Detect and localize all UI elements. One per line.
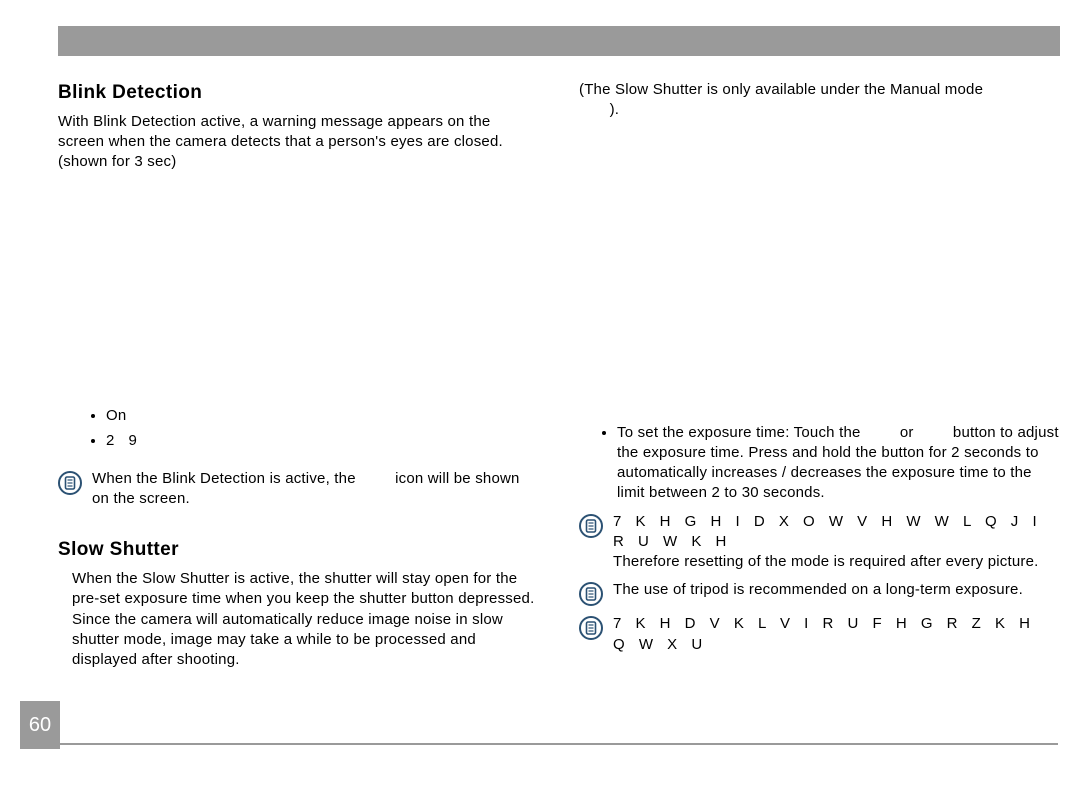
- blink-detection-title: Blink Detection: [58, 80, 539, 106]
- top-header-bar: [58, 26, 1060, 56]
- availability-line-a: (The Slow Shutter is only available unde…: [579, 81, 983, 98]
- instr-mid: or: [895, 424, 917, 441]
- note-row-default-setting: 7 K H G H I D X O W V H W W L Q J I R U …: [579, 512, 1060, 573]
- page-number-badge: 60: [20, 701, 60, 749]
- exposure-instruction-item: To set the exposure time: Touch the or b…: [617, 423, 1060, 504]
- note-icon: [58, 471, 82, 495]
- availability-line-b: ).: [610, 101, 620, 118]
- right-column: (The Slow Shutter is only available unde…: [579, 80, 1060, 745]
- bottom-divider: [60, 743, 1058, 745]
- slow-shutter-section: Slow Shutter When the Slow Shutter is ac…: [58, 537, 539, 670]
- blink-detection-paragraph: With Blink Detection active, a warning m…: [58, 112, 539, 173]
- note-flash-text: 7 K H D V K L V I R U F H G R Z K H Q W …: [613, 614, 1060, 655]
- blink-option-on: On: [106, 406, 539, 426]
- slow-shutter-title: Slow Shutter: [58, 537, 539, 563]
- instr-prefix: To set the exposure time: Touch the: [617, 424, 865, 441]
- blink-options-list: On 2 9: [58, 406, 539, 451]
- note-icon: [579, 616, 603, 640]
- slow-shutter-paragraph: When the Slow Shutter is active, the shu…: [58, 569, 539, 670]
- slow-shutter-availability: (The Slow Shutter is only available unde…: [579, 80, 1060, 121]
- blink-option-off: 2 9: [106, 431, 539, 451]
- note-tripod-text: The use of tripod is recommended on a lo…: [613, 580, 1060, 600]
- note-row-tripod: The use of tripod is recommended on a lo…: [579, 580, 1060, 606]
- content-columns: Blink Detection With Blink Detection act…: [58, 80, 1060, 745]
- blink-note-row: When the Blink Detection is active, the …: [58, 469, 539, 510]
- note3-garbled: 7 K H D V K L V I R U F H G R Z K H Q W …: [613, 615, 1035, 652]
- blink-option-off-label: 2 9: [106, 432, 142, 449]
- blink-note-prefix: When the Blink Detection is active, the: [92, 470, 360, 487]
- note1-garbled: 7 K H G H I D X O W V H W W L Q J I R U …: [613, 513, 1042, 550]
- note-icon: [579, 514, 603, 538]
- note-default-setting-text: 7 K H G H I D X O W V H W W L Q J I R U …: [613, 512, 1060, 573]
- note-icon: [579, 582, 603, 606]
- blink-note-text: When the Blink Detection is active, the …: [92, 469, 539, 510]
- note1-rest: Therefore resetting of the mode is requi…: [613, 553, 1039, 570]
- left-column: Blink Detection With Blink Detection act…: [58, 80, 539, 745]
- note-row-flash: 7 K H D V K L V I R U F H G R Z K H Q W …: [579, 614, 1060, 655]
- exposure-instructions: To set the exposure time: Touch the or b…: [579, 423, 1060, 504]
